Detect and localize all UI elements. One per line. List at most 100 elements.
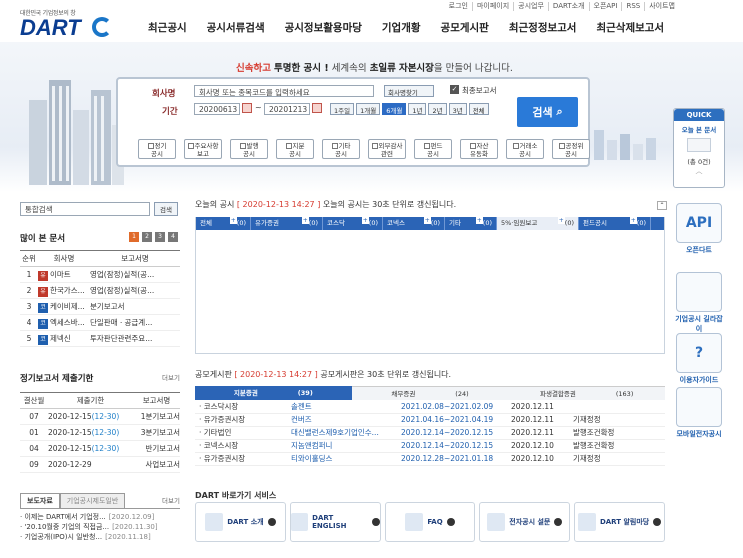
nav-item[interactable]: 최근정정보고서 — [509, 20, 577, 35]
integrated-search-button[interactable]: 검색 — [154, 202, 178, 216]
category-checkbox[interactable]: 공정위 공시 — [552, 139, 590, 159]
period-button[interactable]: 전체 — [468, 103, 489, 115]
today-tab[interactable]: 코스닥 (0) + — [323, 217, 383, 230]
tab-count: (0) — [308, 219, 318, 227]
company-cell[interactable]: 지놈앤컴퍼니 — [287, 439, 397, 453]
chevron-up-icon[interactable]: ︿ — [674, 166, 724, 176]
period-button[interactable]: 1년 — [408, 103, 427, 115]
api-network-button[interactable]: API 오픈다트 — [673, 203, 725, 255]
today-tab[interactable]: 유가증권 (0) + — [251, 217, 323, 230]
search-button[interactable]: 검색 ⌕ — [517, 97, 578, 127]
table-row[interactable]: · 유가증권시장 컨버즈 2021.04.16~2021.04.19 2020.12.… — [195, 413, 665, 427]
category-checkbox[interactable]: 기타 공시 — [322, 139, 360, 159]
table-row[interactable]: 04 2020-12-15(12-30) 반기보고서 — [20, 440, 180, 457]
table-row[interactable]: 09 2020-12-29 사업보고서 — [20, 456, 180, 473]
category-checkbox[interactable]: 발행 공시 — [230, 139, 268, 159]
news-tab[interactable]: 기업공시제도일반 — [59, 493, 126, 508]
nav-item[interactable]: 최근삭제보고서 — [596, 20, 664, 35]
util-link[interactable]: 오픈API — [588, 2, 622, 11]
category-label: 주요사항 — [194, 142, 219, 150]
today-tab[interactable]: 기타 (0) + — [445, 217, 497, 230]
pager-page[interactable]: 1 — [129, 232, 139, 242]
table-row[interactable]: 1 유 이마트 영업(잠정)실적(공... — [20, 266, 180, 283]
today-tab[interactable]: 5%·임원보고 (0) + — [497, 217, 579, 230]
dart-logo[interactable]: 대한민국 기업정보의 창 DART — [20, 8, 112, 39]
util-link[interactable]: 공시업무 — [513, 2, 548, 11]
period-button[interactable]: 1개월 — [356, 103, 381, 115]
service-link[interactable]: DART 알림마당 — [574, 502, 665, 542]
help-button[interactable]: ? 이용자가이드 — [673, 333, 725, 385]
company-input[interactable]: 회사명 또는 종목코드를 입력하세요 — [194, 85, 374, 97]
category-checkbox[interactable]: 외부감사 관련 — [368, 139, 406, 159]
qr-code-button[interactable]: 모바일전자공시 — [673, 387, 725, 439]
collapse-icon[interactable]: ⌃ — [657, 201, 667, 210]
util-link[interactable]: DART소개 — [547, 2, 589, 11]
date-from-input[interactable]: 20200613 — [194, 103, 240, 115]
integrated-search-input[interactable]: 통합검색 — [20, 202, 150, 216]
company-cell[interactable]: 대신밸런스제9호기업인수... — [287, 426, 397, 440]
service-link[interactable]: DART 소개 — [195, 502, 286, 542]
service-link[interactable]: FAQ — [384, 502, 476, 542]
table-row[interactable]: · 기타법인 대신밸런스제9호기업인수... 2020.12.14~2020.12.… — [195, 426, 665, 440]
category-checkbox[interactable]: 정기 공시 — [138, 139, 176, 159]
news-item[interactable]: · 이제는 DART에서 기업정... [2020.12.09] — [20, 512, 180, 522]
table-row[interactable]: · 코스닥시장 솔젠트 2021.02.08~2021.02.09 2020.12.1… — [195, 400, 665, 414]
news-more-link[interactable]: 더보기 — [162, 495, 180, 505]
table-row[interactable]: · 유가증권시장 티와이홀딩스 2020.12.28~2021.01.18 2020.… — [195, 452, 665, 466]
clipboard-guide-button[interactable]: 기업공시 길라잡이 — [673, 272, 725, 334]
calendar-icon[interactable] — [312, 103, 322, 113]
quick-panel: QUICK 오늘 본 문서 (총 0건) ︿ — [673, 108, 725, 188]
company-cell[interactable]: 컨버즈 — [287, 413, 397, 427]
company-find-button[interactable]: 회사명찾기 — [384, 85, 434, 97]
today-tab[interactable]: 코넥스 (0) + — [383, 217, 445, 230]
category-label: 지분 — [292, 142, 305, 150]
pager-page[interactable]: 3 — [155, 232, 165, 242]
table-row[interactable]: 2 유 한국가스... 영업(잠정)실적(공... — [20, 282, 180, 299]
ipo-tab[interactable]: 지분증권 (39) — [195, 386, 352, 400]
column-header: 결산월 — [20, 392, 48, 409]
util-link[interactable]: RSS — [621, 2, 644, 11]
category-checkbox[interactable]: 자산 유동화 — [460, 139, 498, 159]
table-row[interactable]: 5 코 제넥신 투자판단관련주요... — [20, 330, 180, 347]
deadline-more-link[interactable]: 더보기 — [162, 372, 180, 382]
service-link[interactable]: DART ENGLISH — [289, 502, 381, 542]
calendar-icon[interactable] — [242, 103, 252, 113]
company-cell[interactable]: 솔젠트 — [287, 400, 397, 414]
pager-page[interactable]: 2 — [142, 232, 152, 242]
nav-item[interactable]: 공모게시판 — [441, 20, 489, 35]
today-tab[interactable]: 펀드공시 (0) + — [579, 217, 651, 230]
period-button[interactable]: 1주일 — [330, 103, 355, 115]
table-row[interactable]: 4 코 엑세스바... 단일판매ㆍ공급계... — [20, 314, 180, 331]
category-checkbox[interactable]: 주요사항 보고 — [184, 139, 222, 159]
util-link[interactable]: 마이페이지 — [471, 2, 513, 11]
company-cell: 코 엑세스바... — [38, 314, 90, 331]
nav-item[interactable]: 최근공시 — [148, 20, 187, 35]
table-row[interactable]: 3 코 케이비제... 분기보고서 — [20, 298, 180, 315]
nav-item[interactable]: 공시정보활용마당 — [285, 20, 362, 35]
date-to-input[interactable]: 20201213 — [264, 103, 310, 115]
table-row[interactable]: 07 2020-12-15(12-30) 1분기보고서 — [20, 408, 180, 425]
today-tab[interactable]: 전체 (0) + — [196, 217, 251, 230]
news-item[interactable]: · 기업공개(IPO)시 일반청... [2020.11.18] — [20, 532, 180, 542]
category-checkbox[interactable]: 거래소 공시 — [506, 139, 544, 159]
latest-report-checkbox[interactable]: ✓ — [450, 85, 459, 94]
news-item[interactable]: · '20.10월중 기업의 직접금... [2020.11.30] — [20, 522, 180, 532]
tab-name: 유가증권 — [255, 219, 279, 227]
period-button[interactable]: 3년 — [448, 103, 467, 115]
company-cell[interactable]: 티와이홀딩스 — [287, 452, 397, 466]
category-checkbox[interactable]: 펀드 공시 — [414, 139, 452, 159]
period-button[interactable]: 2년 — [428, 103, 447, 115]
news-tab[interactable]: 보도자료 — [20, 493, 60, 508]
period-button[interactable]: 6개월 — [382, 103, 407, 115]
pager-page[interactable]: 4 — [168, 232, 178, 242]
table-row[interactable]: 01 2020-12-15(12-30) 3분기보고서 — [20, 424, 180, 441]
util-link[interactable]: 로그인 — [445, 2, 472, 11]
ipo-tab[interactable]: 채무증권 (24) — [351, 386, 509, 400]
nav-item[interactable]: 기업개황 — [382, 20, 421, 35]
util-link[interactable]: 사이트맵 — [644, 2, 679, 11]
nav-item[interactable]: 공시서류검색 — [207, 20, 265, 35]
table-row[interactable]: · 코넥스시장 지놈앤컴퍼니 2020.12.14~2020.12.15 2020.1… — [195, 439, 665, 453]
service-link[interactable]: 전자공시 설문 — [479, 502, 571, 542]
ipo-tab[interactable]: 파생결합증권 (163) — [508, 386, 666, 400]
category-checkbox[interactable]: 지분 공시 — [276, 139, 314, 159]
